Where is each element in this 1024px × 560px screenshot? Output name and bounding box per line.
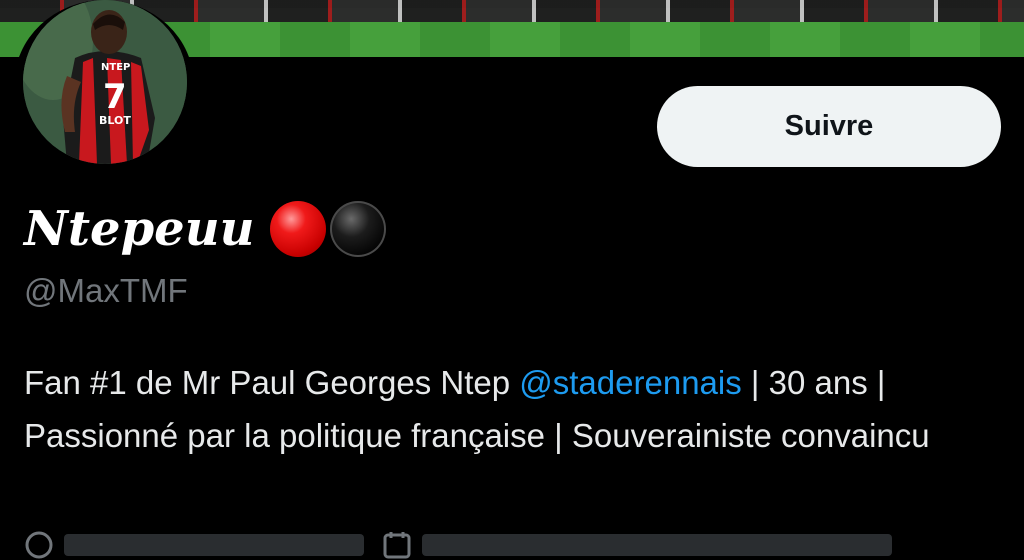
svg-text:NTEP: NTEP <box>101 62 130 73</box>
calendar-icon <box>383 532 411 559</box>
location-icon <box>25 531 53 559</box>
svg-text:BLOT: BLOT <box>99 114 131 127</box>
profile-bio: Fan #1 de Mr Paul Georges Ntep @staderen… <box>24 356 1014 462</box>
red-circle-emoji-icon <box>270 201 327 257</box>
player-photo-icon: 7 NTEP BLOT <box>23 0 187 164</box>
svg-text:7: 7 <box>103 77 127 117</box>
profile-handle: @MaxTMF <box>24 272 188 309</box>
follow-button[interactable]: Suivre <box>657 86 1001 167</box>
display-name: Ntepeuu <box>24 201 255 257</box>
joined-item <box>382 530 892 560</box>
avatar[interactable]: 7 NTEP BLOT <box>23 0 187 164</box>
location-item <box>24 530 364 560</box>
joined-text-cropped <box>422 534 892 556</box>
bio-text-part1: Fan #1 de Mr Paul Georges Ntep <box>24 364 520 401</box>
bio-mention-link[interactable]: @staderennais <box>519 364 741 401</box>
black-circle-emoji-icon <box>330 201 387 257</box>
profile-meta-row <box>24 530 1024 560</box>
display-name-row: Ntepeuu <box>24 198 387 260</box>
location-text-cropped <box>64 534 364 556</box>
